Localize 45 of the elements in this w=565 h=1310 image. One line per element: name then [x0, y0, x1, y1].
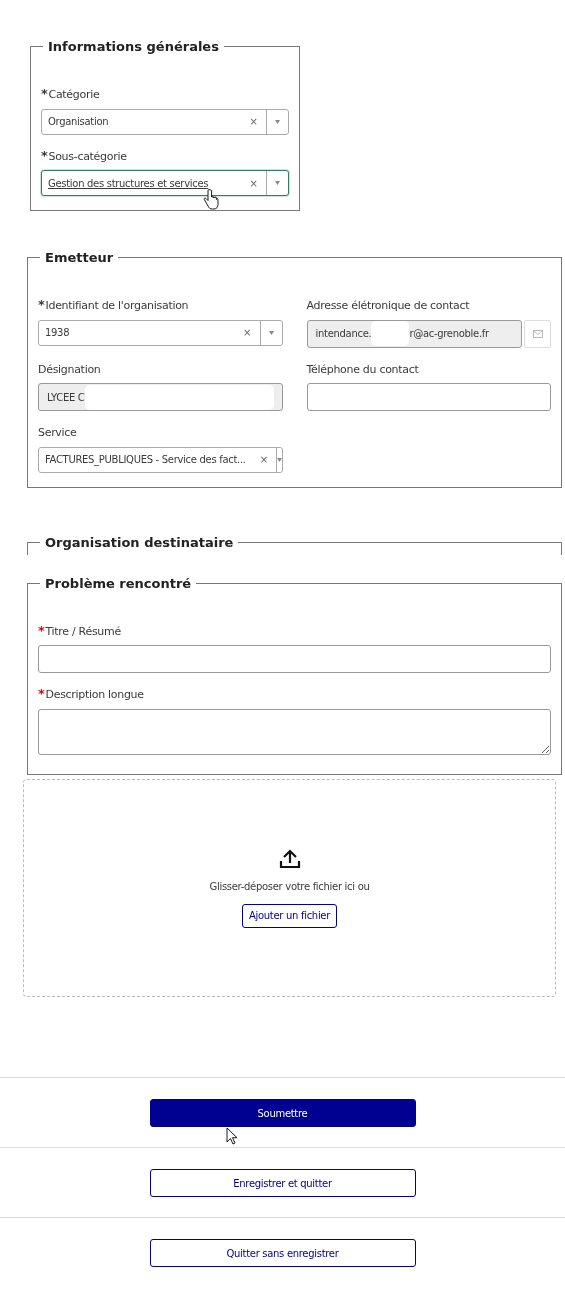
required-mark: *: [38, 297, 45, 312]
select-field[interactable]: Organisation ×: [41, 108, 289, 135]
required-mark: *: [41, 86, 48, 101]
upload-icon: [278, 848, 301, 869]
required-mark: *: [38, 686, 45, 701]
text-field[interactable]: [306, 383, 551, 411]
arrow-cursor-icon: [226, 1127, 238, 1145]
section-legend: Organisation destinataire: [40, 535, 239, 549]
section-legend: Problème rencontré: [40, 576, 197, 590]
action-button[interactable]: Quitter sans enregistrer: [149, 1239, 416, 1267]
field-label: *Description longue: [38, 687, 144, 703]
clear-icon[interactable]: ×: [251, 447, 277, 472]
caret-icon: [277, 457, 283, 462]
field-label: *Identifiant de l'organisation: [38, 298, 189, 314]
field-label: Désignation: [38, 361, 101, 378]
hand-cursor-icon: [203, 189, 219, 211]
required-mark: *: [41, 147, 48, 163]
clear-icon[interactable]: ×: [241, 109, 266, 134]
add-file-button[interactable]: Ajouter un fichier: [241, 903, 338, 928]
select-field[interactable]: FACTURES_PUBLIQUES - Service des fact... ×: [38, 446, 283, 473]
field-label: *Catégorie: [41, 87, 100, 103]
clear-icon[interactable]: ×: [241, 171, 266, 195]
field-label: *Titre / Résumé: [38, 623, 121, 640]
select-field[interactable]: Gestion des structures et services ×: [41, 170, 289, 196]
clear-icon[interactable]: ×: [235, 320, 260, 345]
dropzone-area[interactable]: Glisser-déposer votre fichier ici ou Ajouter un fichier: [23, 779, 556, 997]
caret-icon: [268, 330, 274, 335]
field-label: Service: [38, 425, 77, 441]
email-field: intendance. r@ac-grenoble.fr: [306, 319, 522, 348]
section-legend: Informations générales: [43, 40, 224, 53]
section-legend: Emetteur: [40, 251, 119, 264]
field-label: Téléphone du contact: [306, 361, 419, 378]
dropzone-text: Glisser-déposer votre fichier ici ou: [209, 879, 370, 894]
text-field[interactable]: [38, 645, 551, 673]
field-label: Adresse élétronique de contact: [306, 298, 470, 314]
caret-icon: [275, 119, 280, 124]
caret-icon: [275, 181, 280, 185]
textarea-field[interactable]: [38, 708, 551, 755]
field-label: *Sous-catégorie: [41, 148, 127, 165]
action-button[interactable]: Enregistrer et quitter: [149, 1169, 416, 1197]
action-button[interactable]: Soumettre: [149, 1099, 416, 1127]
required-mark: *: [38, 622, 45, 638]
select-field[interactable]: 1938 ×: [38, 319, 283, 346]
envelope-icon: [532, 329, 543, 338]
readonly-field: LYCEE C: [38, 383, 283, 411]
